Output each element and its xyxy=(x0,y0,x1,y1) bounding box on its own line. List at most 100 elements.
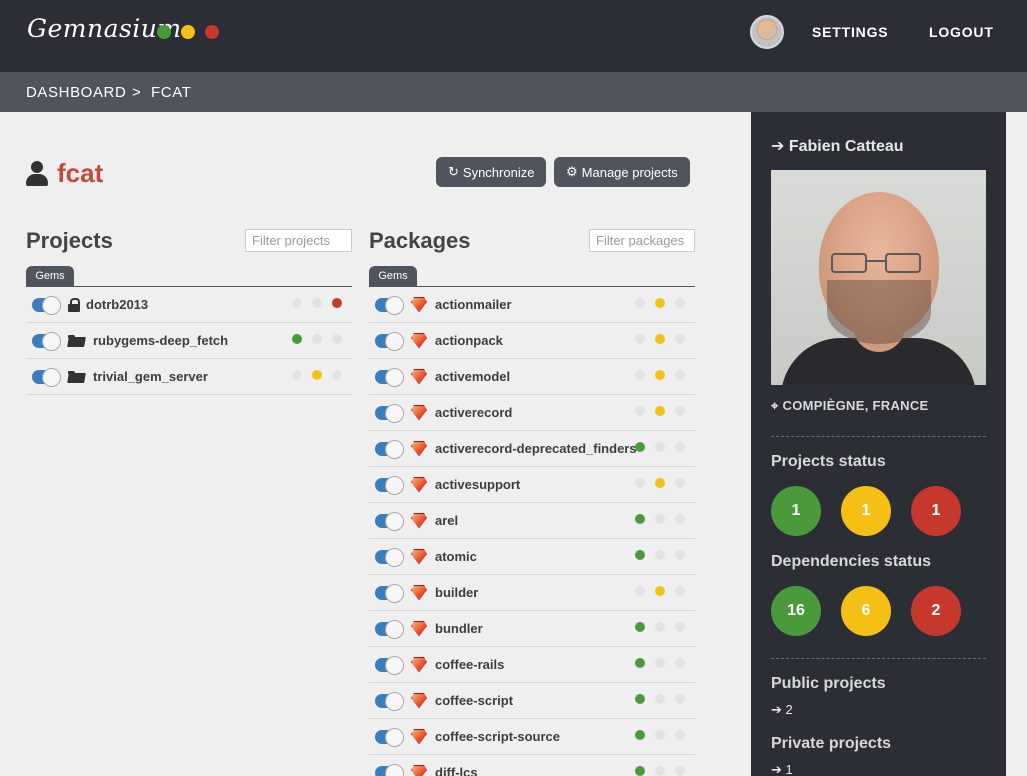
project-row[interactable]: rubygems-deep_fetch xyxy=(26,323,352,359)
status-count-badge[interactable]: 2 xyxy=(911,586,961,636)
toggle-switch[interactable] xyxy=(375,583,404,603)
tab-gems-projects[interactable]: Gems xyxy=(26,266,74,286)
package-row[interactable]: activerecord-deprecated_finders xyxy=(369,431,695,467)
logo-dot-green xyxy=(157,25,171,39)
package-row[interactable]: diff-lcs xyxy=(369,755,695,776)
synchronize-button[interactable]: ↻ Synchronize xyxy=(436,157,547,187)
package-name[interactable]: atomic xyxy=(435,549,477,564)
status-dot xyxy=(675,370,685,380)
status-count-badge[interactable]: 6 xyxy=(841,586,891,636)
toggle-switch[interactable] xyxy=(375,439,404,459)
refresh-icon: ↻ xyxy=(448,164,459,179)
package-row[interactable]: activesupport xyxy=(369,467,695,503)
status-dot xyxy=(292,370,302,380)
toggle-switch[interactable] xyxy=(375,655,404,675)
package-row[interactable]: builder xyxy=(369,575,695,611)
toggle-switch[interactable] xyxy=(375,367,404,387)
toggle-switch[interactable] xyxy=(375,511,404,531)
breadcrumb-dashboard[interactable]: DASHBOARD xyxy=(26,84,126,101)
toggle-switch[interactable] xyxy=(375,727,404,747)
dependencies-status-title: Dependencies status xyxy=(771,553,932,570)
status-dot xyxy=(635,586,645,596)
status-count-badge[interactable]: 16 xyxy=(771,586,821,636)
status-dots xyxy=(292,370,342,380)
status-dots xyxy=(635,766,685,776)
status-dots xyxy=(635,478,685,488)
package-name[interactable]: activesupport xyxy=(435,477,520,492)
toggle-switch[interactable] xyxy=(375,763,404,776)
package-row[interactable]: atomic xyxy=(369,539,695,575)
status-count-badge[interactable]: 1 xyxy=(911,486,961,536)
package-name[interactable]: coffee-rails xyxy=(435,657,504,672)
ruby-gem-icon xyxy=(411,404,427,421)
status-dots xyxy=(635,298,685,308)
manage-projects-button[interactable]: ⚙ Manage projects xyxy=(554,157,690,187)
status-dot xyxy=(675,298,685,308)
package-name[interactable]: builder xyxy=(435,585,478,600)
status-dots xyxy=(635,586,685,596)
toggle-switch[interactable] xyxy=(375,403,404,423)
project-name[interactable]: dotrb2013 xyxy=(86,297,148,312)
project-row[interactable]: trivial_gem_server xyxy=(26,359,352,395)
toggle-switch[interactable] xyxy=(32,331,61,351)
username: fcat xyxy=(57,158,104,188)
arrow-right-icon: ➔ xyxy=(771,138,785,155)
status-dot xyxy=(312,334,322,344)
top-navbar: Gemnasium SETTINGS LOGOUT xyxy=(0,0,1027,72)
status-dots xyxy=(635,334,685,344)
divider xyxy=(771,658,986,659)
status-dot xyxy=(675,730,685,740)
package-name[interactable]: bundler xyxy=(435,621,483,636)
package-name[interactable]: activerecord xyxy=(435,405,512,420)
status-dots xyxy=(635,550,685,560)
package-row[interactable]: bundler xyxy=(369,611,695,647)
user-avatar[interactable] xyxy=(750,15,784,49)
packages-list: Gems actionmailer actionpack activemodel ac… xyxy=(369,266,695,776)
package-row[interactable]: coffee-rails xyxy=(369,647,695,683)
logout-link[interactable]: LOGOUT xyxy=(929,24,994,40)
package-name[interactable]: actionpack xyxy=(435,333,503,348)
project-name[interactable]: rubygems-deep_fetch xyxy=(93,333,228,348)
filter-projects-input[interactable] xyxy=(245,229,352,252)
settings-link[interactable]: SETTINGS xyxy=(812,24,888,40)
package-name[interactable]: activerecord-deprecated_finders xyxy=(435,441,637,456)
package-name[interactable]: coffee-script xyxy=(435,693,513,708)
public-projects-count[interactable]: ➔ 2 xyxy=(771,702,793,718)
status-count-badge[interactable]: 1 xyxy=(841,486,891,536)
private-projects-count[interactable]: ➔ 1 xyxy=(771,762,793,776)
toggle-switch[interactable] xyxy=(32,367,61,387)
filter-packages-input[interactable] xyxy=(589,229,695,252)
package-name[interactable]: activemodel xyxy=(435,369,510,384)
toggle-switch[interactable] xyxy=(375,619,404,639)
project-name[interactable]: trivial_gem_server xyxy=(93,369,208,384)
package-name[interactable]: coffee-script-source xyxy=(435,729,560,744)
status-dots xyxy=(635,442,685,452)
toggle-switch[interactable] xyxy=(375,691,404,711)
status-dot xyxy=(655,442,665,452)
package-name[interactable]: arel xyxy=(435,513,458,528)
toggle-switch[interactable] xyxy=(375,331,404,351)
toggle-switch[interactable] xyxy=(375,547,404,567)
status-dot xyxy=(635,766,645,776)
package-name[interactable]: actionmailer xyxy=(435,297,512,312)
tab-gems-packages[interactable]: Gems xyxy=(369,266,417,286)
status-count-badge[interactable]: 1 xyxy=(771,486,821,536)
toggle-switch[interactable] xyxy=(375,295,404,315)
profile-name[interactable]: ➔ Fabien Catteau xyxy=(771,136,904,156)
status-dot xyxy=(655,370,665,380)
package-row[interactable]: activemodel xyxy=(369,359,695,395)
package-row[interactable]: coffee-script-source xyxy=(369,719,695,755)
package-row[interactable]: coffee-script xyxy=(369,683,695,719)
package-row[interactable]: arel xyxy=(369,503,695,539)
package-row[interactable]: activerecord xyxy=(369,395,695,431)
package-name[interactable]: diff-lcs xyxy=(435,765,478,776)
package-row[interactable]: actionmailer xyxy=(369,287,695,323)
toggle-switch[interactable] xyxy=(375,475,404,495)
projects-status-title: Projects status xyxy=(771,453,886,470)
status-dot xyxy=(655,586,665,596)
package-row[interactable]: actionpack xyxy=(369,323,695,359)
profile-location-text: COMPIÈGNE, FRANCE xyxy=(782,398,929,413)
project-row[interactable]: dotrb2013 xyxy=(26,287,352,323)
toggle-switch[interactable] xyxy=(32,295,61,315)
status-dot xyxy=(635,694,645,704)
